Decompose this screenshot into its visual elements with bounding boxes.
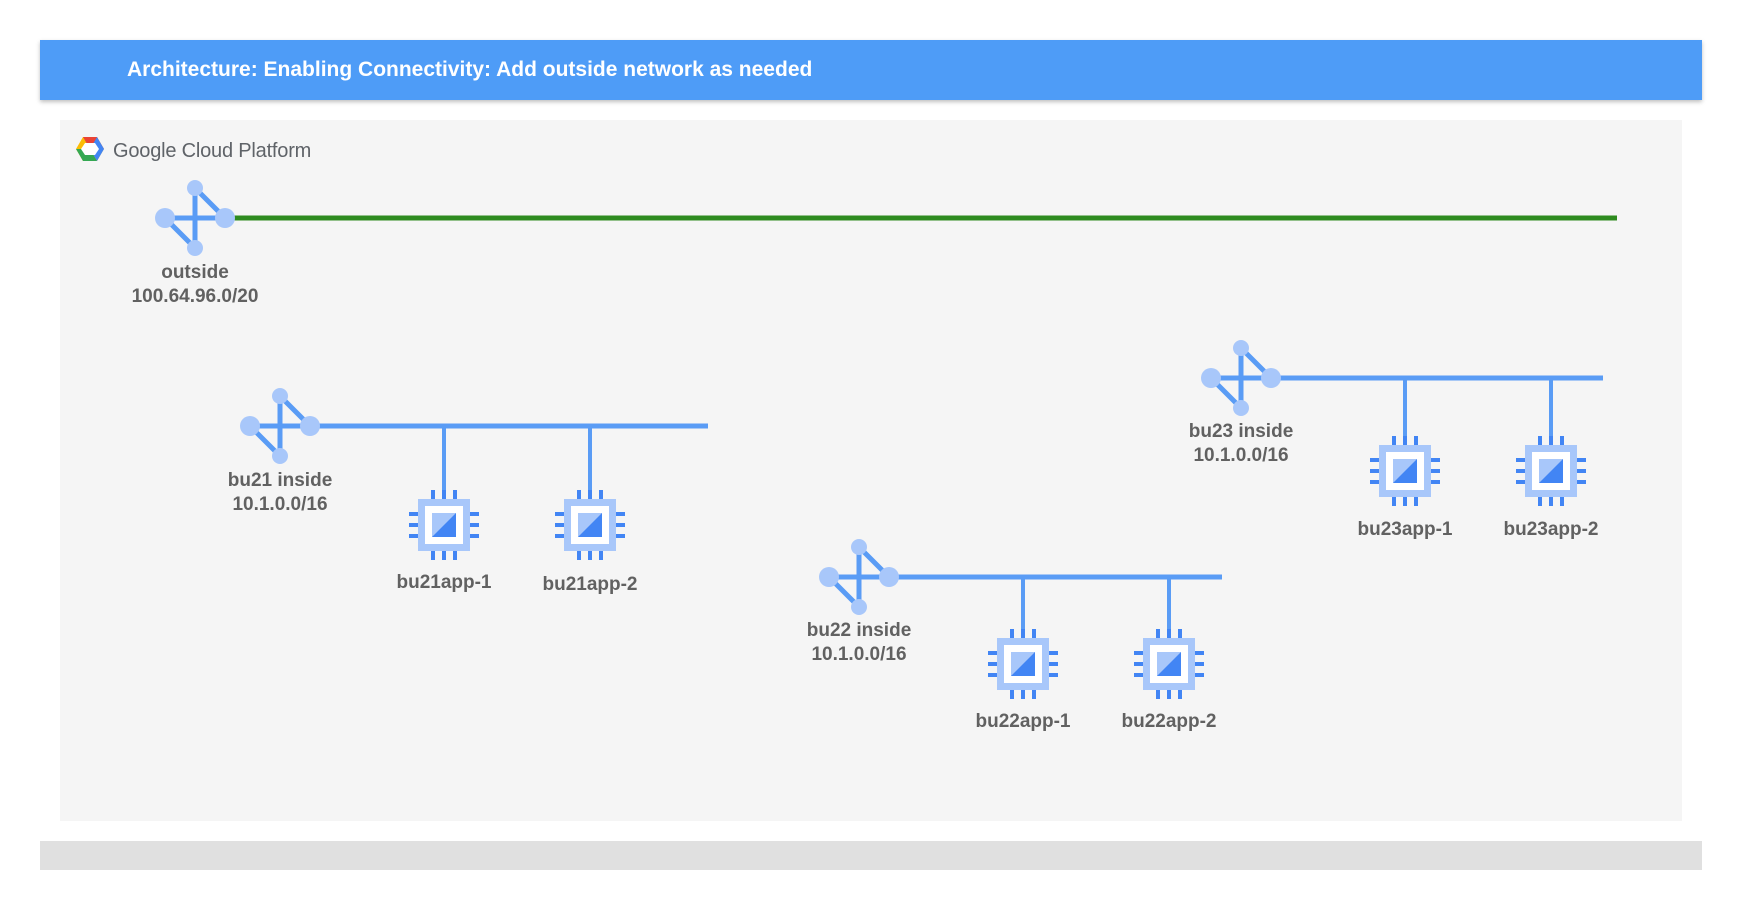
bu22app-2-vm-icon bbox=[1132, 627, 1206, 701]
bu22-network-cidr: 10.1.0.0/16 bbox=[811, 644, 907, 665]
bu22-vpc-icon bbox=[819, 539, 899, 615]
footer-bar bbox=[40, 841, 1702, 870]
bu21app-2-vm-icon bbox=[553, 488, 627, 562]
bu23-vpc-icon bbox=[1201, 340, 1281, 416]
bu23app-1-label: bu23app-1 bbox=[1357, 519, 1453, 540]
outside-network-cidr: 100.64.96.0/20 bbox=[131, 286, 259, 307]
bu23-network-cidr: 10.1.0.0/16 bbox=[1193, 445, 1289, 466]
bu22-network-name: bu22 inside bbox=[806, 620, 912, 641]
outside-network-label: outside 100.64.96.0/20 bbox=[132, 261, 259, 309]
bu22app-1-label: bu22app-1 bbox=[975, 711, 1071, 732]
outside-network-name: outside bbox=[161, 262, 229, 283]
bu22app-1-vm-icon bbox=[986, 627, 1060, 701]
bu21-network-name: bu21 inside bbox=[227, 470, 333, 491]
bu23app-1-vm-icon bbox=[1368, 434, 1442, 508]
bu21-network-label: bu21 inside 10.1.0.0/16 bbox=[228, 469, 333, 517]
bu21app-2-label: bu21app-2 bbox=[542, 574, 638, 595]
bu21app-1-label: bu21app-1 bbox=[396, 572, 492, 593]
bu22-network-label: bu22 inside 10.1.0.0/16 bbox=[807, 619, 912, 667]
outside-vpc-icon bbox=[155, 180, 235, 256]
bu22app-2-label: bu22app-2 bbox=[1121, 711, 1217, 732]
bu23app-2-label: bu23app-2 bbox=[1503, 519, 1599, 540]
bu23-network-name: bu23 inside bbox=[1188, 421, 1294, 442]
bu23app-2-vm-icon bbox=[1514, 434, 1588, 508]
bu23-network-label: bu23 inside 10.1.0.0/16 bbox=[1189, 420, 1294, 468]
bu21-vpc-icon bbox=[240, 388, 320, 464]
bu21app-1-vm-icon bbox=[407, 488, 481, 562]
bu21-network-cidr: 10.1.0.0/16 bbox=[232, 494, 328, 515]
network-diagram bbox=[0, 0, 1617, 701]
